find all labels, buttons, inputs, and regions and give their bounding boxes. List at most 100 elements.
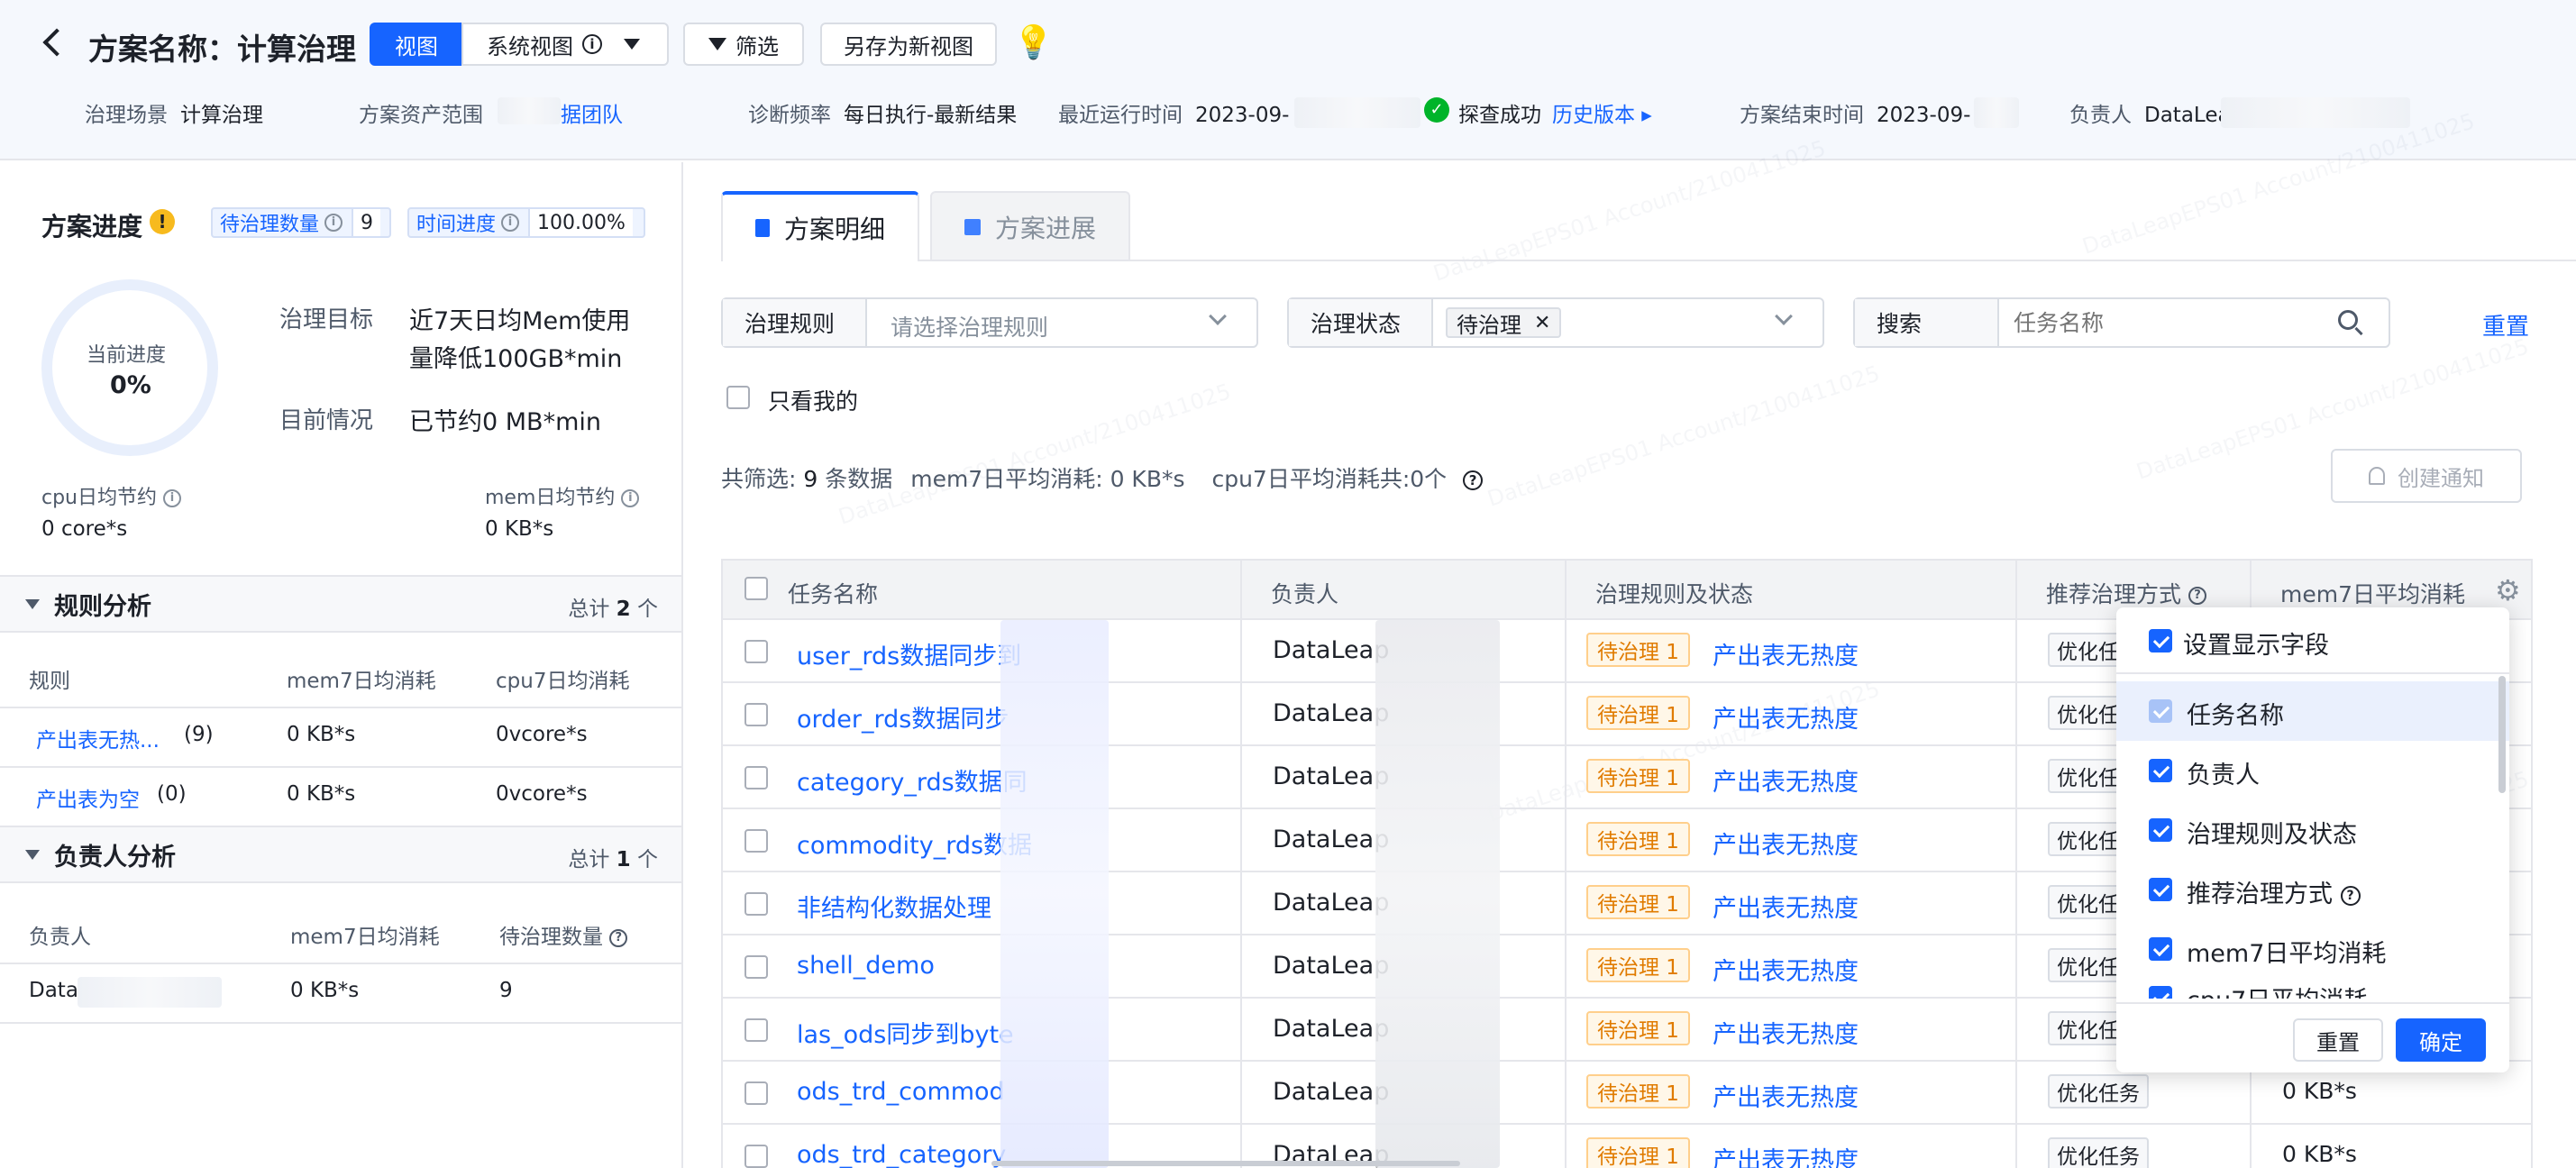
tab-plan-progress[interactable]: 方案进展	[930, 191, 1130, 261]
row-checkbox[interactable]	[744, 1145, 768, 1168]
mem-saving-label: mem日均节约 i	[485, 481, 640, 510]
field-checkbox[interactable]	[2149, 986, 2172, 999]
save-as-view-button[interactable]: 另存为新视图	[820, 23, 997, 66]
row-checkbox[interactable]	[744, 703, 768, 726]
search-label: 搜索	[1855, 299, 1999, 346]
rule-filter[interactable]: 治理规则 请选择治理规则	[721, 297, 1258, 348]
field-checkbox[interactable]	[2149, 878, 2172, 901]
result-summary: 共筛选: 9 条数据 mem7日平均消耗: 0 KB*s cpu7日平均消耗共:…	[721, 461, 1484, 494]
search-box[interactable]: 搜索	[1853, 297, 2390, 348]
lightbulb-icon[interactable]: 💡	[1013, 23, 1054, 61]
rule-link[interactable]: 产出表无热度	[1713, 1015, 1859, 1050]
owner-row-name: Data	[29, 979, 78, 1002]
rule-link[interactable]: 产出表无热度	[1713, 1078, 1859, 1113]
rule-analysis-header[interactable]: 规则分析 总计 2 个	[0, 575, 681, 633]
reset-filters-link[interactable]: 重置	[2482, 308, 2529, 342]
popover-confirm-button[interactable]: 确定	[2396, 1018, 2486, 1062]
select-all-checkbox[interactable]	[744, 577, 768, 600]
field-option[interactable]: cpu7日平均消耗	[2116, 979, 2509, 999]
close-icon[interactable]: ✕	[1534, 312, 1550, 334]
owner-col-header: 负责人	[29, 926, 91, 949]
bell-icon	[2369, 467, 2385, 485]
field-checkbox[interactable]	[2149, 818, 2172, 842]
rule-link[interactable]: 产出表无热度	[1713, 826, 1859, 861]
rule-total: 总计 2 个	[568, 598, 658, 621]
only-mine-checkbox[interactable]	[726, 386, 750, 409]
back-arrow-icon[interactable]	[42, 28, 71, 57]
status-badge: 待治理 1	[1586, 633, 1690, 667]
field-option[interactable]: 推荐治理方式 ?	[2116, 860, 2509, 919]
status-filter-tag[interactable]: 待治理 ✕	[1446, 307, 1562, 338]
table-horizontal-scrollbar[interactable]	[991, 1161, 1460, 1166]
task-name-link[interactable]: ods_trd_commod	[797, 1078, 1005, 1106]
document-icon	[754, 219, 770, 237]
rule-row-link[interactable]: 产出表无热...	[36, 723, 160, 753]
tab-plan-detail[interactable]: 方案明细	[721, 191, 919, 261]
rule-row-mem: 0 KB*s	[287, 723, 356, 746]
field-option[interactable]: 负责人	[2116, 741, 2509, 800]
status-badge: 待治理 1	[1586, 1137, 1690, 1168]
field-checkbox[interactable]	[2149, 937, 2172, 961]
rule-link[interactable]: 产出表无热度	[1713, 889, 1859, 924]
mem-cell: 0 KB*s	[2282, 1078, 2357, 1104]
task-name-link[interactable]: order_rds数据同步	[797, 699, 1009, 735]
task-name-link[interactable]: las_ods同步到byte	[797, 1015, 1014, 1050]
warning-icon: !	[150, 209, 175, 234]
owner-count-col-header: 待治理数量 ?	[499, 919, 628, 950]
rule-link[interactable]: 产出表无热度	[1713, 699, 1859, 735]
owner-cell: DataLeap	[1273, 762, 1390, 790]
rule-link[interactable]: 产出表无热度	[1713, 636, 1859, 671]
watermark: DataLeapEPS01 Account/2100411025	[835, 379, 1234, 530]
search-icon[interactable]	[2338, 310, 2358, 330]
info-icon: i	[163, 489, 182, 507]
task-name-link[interactable]: ods_trd_category	[797, 1141, 1006, 1168]
rule-link[interactable]: 产出表无热度	[1713, 1141, 1859, 1168]
rule-row-link[interactable]: 产出表为空	[36, 782, 140, 813]
view-button-label: 视图	[395, 33, 438, 59]
field-option[interactable]: 任务名称	[2116, 681, 2509, 741]
field-checkbox[interactable]	[2149, 759, 2172, 782]
row-checkbox[interactable]	[744, 766, 768, 789]
task-name-link[interactable]: 非结构化数据处理	[797, 889, 991, 924]
system-view-select[interactable]: 系统视图 i	[461, 23, 669, 66]
rule-link[interactable]: 产出表无热度	[1713, 952, 1859, 987]
task-name-link[interactable]: user_rds数据同步到	[797, 636, 1021, 671]
task-name-link[interactable]: commodity_rds数据	[797, 826, 1032, 861]
divider	[0, 963, 681, 964]
status-filter[interactable]: 治理状态 待治理 ✕	[1287, 297, 1824, 348]
task-name-link[interactable]: category_rds数据同	[797, 762, 1028, 798]
task-name-link[interactable]: shell_demo	[797, 952, 935, 980]
gear-icon[interactable]: ⚙	[2495, 573, 2521, 607]
caret-down-icon	[25, 598, 40, 609]
rule-analysis-title: 规则分析	[54, 592, 151, 621]
owner-row-mem: 0 KB*s	[290, 979, 360, 1002]
popover-scrollbar[interactable]	[2498, 676, 2506, 793]
rule-row-count: (0)	[157, 782, 187, 806]
filter-button[interactable]: 筛选	[683, 23, 804, 66]
popover-reset-button[interactable]: 重置	[2293, 1018, 2383, 1062]
create-notice-button[interactable]: 创建通知	[2331, 449, 2522, 503]
field-option[interactable]: mem7日平均消耗	[2116, 919, 2509, 979]
blurred-end-time	[1974, 97, 2019, 128]
tab-label: 方案进展	[994, 214, 1096, 243]
show-fields-checkbox[interactable]	[2149, 629, 2172, 652]
owner-analysis-header[interactable]: 负责人分析 总计 1 个	[0, 826, 681, 883]
row-checkbox[interactable]	[744, 1081, 768, 1105]
field-label: 负责人	[2187, 762, 2260, 789]
row-checkbox[interactable]	[744, 955, 768, 979]
history-link[interactable]: 历史版本 ▸	[1552, 97, 1652, 128]
rule-link[interactable]: 产出表无热度	[1713, 762, 1859, 798]
field-option[interactable]: 治理规则及状态	[2116, 800, 2509, 860]
view-button[interactable]: 视图	[370, 23, 463, 66]
row-checkbox[interactable]	[744, 892, 768, 916]
goal-value-1: 近7天日均Mem使用	[409, 307, 631, 335]
row-checkbox[interactable]	[744, 640, 768, 663]
popover-title-row[interactable]: 设置显示字段	[2116, 611, 2509, 671]
search-input[interactable]	[2014, 305, 2338, 341]
scope-link[interactable]: 据团队	[561, 97, 623, 128]
popover-title: 设置显示字段	[2183, 632, 2329, 660]
cpu-saving-value: 0 core*s	[41, 517, 128, 541]
row-checkbox[interactable]	[744, 829, 768, 853]
col-rule-status: 治理规则及状态	[1595, 581, 1754, 607]
row-checkbox[interactable]	[744, 1018, 768, 1042]
